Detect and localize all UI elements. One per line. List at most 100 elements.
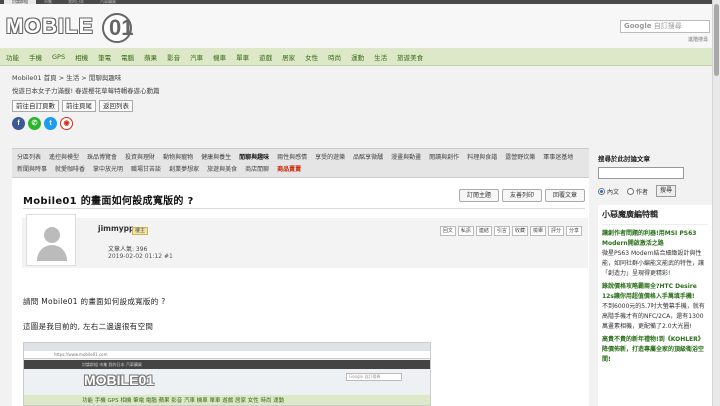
search-scope: 內文 作者 搜尋 bbox=[598, 185, 712, 197]
advanced-search-link[interactable]: 進階搜尋 bbox=[688, 36, 708, 43]
post-datetime: 2019-02-02 01:12 #1 bbox=[108, 253, 173, 260]
category-item[interactable]: 創業夢想家 bbox=[169, 164, 199, 175]
nav-item[interactable]: 手機 bbox=[29, 52, 42, 62]
category-bar: 分區列表 遙控與模型 珠品博覽會 投資與理財 動物與寵物 健康與養生 閒聊與趣味… bbox=[12, 148, 589, 178]
avatar-head bbox=[44, 227, 60, 243]
shot-top-bar: 討論群組 市集 我的日本 汽車購買 bbox=[24, 360, 430, 369]
quote-reply-button[interactable]: 回文 bbox=[439, 226, 456, 236]
thread-search-input[interactable] bbox=[598, 167, 684, 179]
google-label: Google bbox=[624, 22, 652, 30]
category-item[interactable]: 投資與理財 bbox=[125, 152, 155, 163]
sponsored-link[interactable]: 錄說價格攻略霸兩全?HTC Desire 12s讓你用超值價格入手萬填手機! bbox=[602, 282, 708, 302]
nav-item[interactable]: 生活 bbox=[374, 52, 387, 62]
bookmark-button[interactable]: 收藏 bbox=[511, 226, 528, 236]
promo-subtitle[interactable]: 悅遊日本女子力滿載! 春遊櫻花草莓特輯春遊心動篇 bbox=[12, 85, 160, 95]
scrollbar-thumb[interactable] bbox=[714, 4, 719, 76]
post-line-2: 這圖是我目前的, 左右二邊邊很有空間 bbox=[23, 322, 154, 331]
title-divider bbox=[23, 208, 585, 209]
content-radio[interactable] bbox=[598, 187, 605, 195]
avatar[interactable] bbox=[26, 214, 76, 266]
nav-item[interactable]: 汽車 bbox=[190, 52, 203, 62]
nav-item[interactable]: 機車 bbox=[213, 52, 226, 62]
thread-search-button[interactable]: 搜尋 bbox=[656, 185, 677, 197]
logo-digit: 01 bbox=[109, 15, 134, 40]
subscribe-button[interactable]: 訂閱主題 bbox=[458, 189, 499, 202]
category-item-hot[interactable]: 商品賣賣 bbox=[277, 164, 301, 175]
nav-item[interactable]: 影音 bbox=[167, 52, 180, 62]
line-icon[interactable]: ✆ bbox=[28, 117, 41, 130]
print-button[interactable]: 友善列印 bbox=[501, 189, 542, 202]
category-item[interactable]: 分區列表 bbox=[17, 152, 41, 163]
author-radio-label: 作者 bbox=[636, 188, 649, 196]
category-item[interactable]: 兩性與感情 bbox=[277, 152, 307, 163]
shot-logo: MOBILE01 bbox=[84, 372, 155, 388]
op-badge: 樓主 bbox=[132, 227, 149, 235]
shot-top-text: 討論群組 市集 我的日本 汽車購買 bbox=[82, 362, 142, 367]
category-item[interactable]: 遙控與模型 bbox=[49, 152, 79, 163]
google-search-input[interactable]: Google 自訂搜尋 bbox=[620, 20, 710, 33]
nav-item[interactable]: GPS bbox=[52, 53, 65, 61]
category-item[interactable]: 露營野炊樂 bbox=[505, 152, 535, 163]
mobile01-logo[interactable]: MOBILE 01 bbox=[6, 13, 134, 43]
category-item[interactable]: 新聞與時事 bbox=[17, 164, 47, 175]
sponsored-link[interactable]: 讓創作者問題的利器!用MSI PS63 Modern開啟激活之路 bbox=[602, 229, 708, 249]
nav-item[interactable]: 運動 bbox=[351, 52, 364, 62]
sponsored-title: 小惡魔廣編特輯 bbox=[602, 209, 708, 225]
category-item[interactable]: 就愛咖啡香 bbox=[55, 164, 85, 175]
embedded-screenshot[interactable]: https://www.mobile01.com 討論群組 市集 我的日本 汽車… bbox=[23, 342, 431, 406]
post-popularity: 文章人氣: 396 bbox=[108, 246, 148, 253]
sponsored-desc: 微星PS63 Modern結合細緻設計與性能，如同社群小編能文能武的特性，讓「創… bbox=[602, 250, 705, 277]
nav-item[interactable]: 筆電 bbox=[98, 52, 111, 62]
thread-search-title: 搜尋於此討論文章 bbox=[598, 155, 650, 163]
page-scrollbar[interactable] bbox=[712, 0, 720, 406]
category-item[interactable]: 職場甘苦談 bbox=[131, 164, 161, 175]
back-to-list-button[interactable]: 返回列表 bbox=[99, 100, 133, 112]
nav-item[interactable]: 旅遊美食 bbox=[397, 52, 423, 62]
nav-item[interactable]: 時尚 bbox=[328, 52, 341, 62]
weibo-icon[interactable]: ◉ bbox=[60, 117, 73, 130]
category-item[interactable]: 漫畫與動畫 bbox=[391, 152, 421, 163]
main-nav: 功能 手機 GPS 相機 筆電 電腦 蘋果 影音 汽車 機車 單車 遊戲 居家 … bbox=[0, 48, 712, 66]
quote-button[interactable]: 引言 bbox=[493, 226, 510, 236]
category-item[interactable]: 旅遊與美食 bbox=[207, 164, 237, 175]
share-button[interactable]: 分享 bbox=[565, 226, 582, 236]
username[interactable]: jimmypp bbox=[98, 224, 134, 233]
category-item[interactable]: 享受的遊樂 bbox=[315, 152, 345, 163]
facebook-icon[interactable]: f bbox=[12, 117, 25, 130]
category-item-active[interactable]: 閒聊與趣味 bbox=[239, 152, 269, 163]
category-item[interactable]: 珠品博覽會 bbox=[87, 152, 117, 163]
sponsored-link[interactable]: 高貴不貴的新年禮物!到《KOHLER》降價佈新，打造專屬全家的頂級衛浴空間! bbox=[602, 335, 708, 365]
private-message-button[interactable]: 私訊 bbox=[457, 226, 474, 236]
report-button[interactable]: 檢舉 bbox=[529, 226, 546, 236]
category-item[interactable]: 動物與寵物 bbox=[163, 152, 193, 163]
rate-button[interactable]: 評分 bbox=[547, 226, 564, 236]
category-item[interactable]: 掌中放光明 bbox=[93, 164, 123, 175]
nav-item[interactable]: 女性 bbox=[305, 52, 318, 62]
nav-item[interactable]: 居家 bbox=[282, 52, 295, 62]
breadcrumb[interactable]: Mobile01 首頁 > 生活 > 閒聊與趣味 bbox=[12, 72, 121, 82]
category-item[interactable]: 料理與食譜 bbox=[467, 152, 497, 163]
twitter-icon[interactable]: t bbox=[44, 117, 57, 130]
content-radio-label: 內文 bbox=[607, 188, 620, 196]
nav-item[interactable]: 遊戲 bbox=[259, 52, 272, 62]
sponsored-box: 小惡魔廣編特輯 讓創作者問題的利器!用MSI PS63 Modern開啟激活之路… bbox=[598, 205, 712, 406]
nav-item[interactable]: 功能 bbox=[6, 52, 19, 62]
nav-item[interactable]: 相機 bbox=[75, 52, 88, 62]
category-item[interactable]: 商店閒聊 bbox=[245, 164, 269, 175]
reply-button[interactable]: 回覆文章 bbox=[544, 189, 585, 202]
nav-item[interactable]: 蘋果 bbox=[144, 52, 157, 62]
category-item[interactable]: 品酩享微醺 bbox=[353, 152, 383, 163]
nav-item[interactable]: 電腦 bbox=[121, 52, 134, 62]
logo-text: MOBILE bbox=[6, 15, 94, 38]
category-item[interactable]: 軍事迷基地 bbox=[543, 152, 573, 163]
goto-last-page-button[interactable]: 前往頁尾 bbox=[62, 100, 96, 112]
avatar-body bbox=[37, 245, 67, 261]
link-button[interactable]: 連結 bbox=[475, 226, 492, 236]
post-panel: Mobile01 的畫面如何設成寬版的 ? 訂閱主題 友善列印 回覆文章 jim… bbox=[12, 178, 589, 406]
category-item[interactable]: 閱讀與創作 bbox=[429, 152, 459, 163]
goto-page-button[interactable]: 前往自訂頁數 bbox=[12, 100, 59, 112]
author-radio[interactable] bbox=[627, 187, 635, 195]
nav-item[interactable]: 單車 bbox=[236, 52, 249, 62]
shot-url-bar: https://www.mobile01.com bbox=[24, 351, 430, 359]
category-item[interactable]: 健康與養生 bbox=[201, 152, 231, 163]
